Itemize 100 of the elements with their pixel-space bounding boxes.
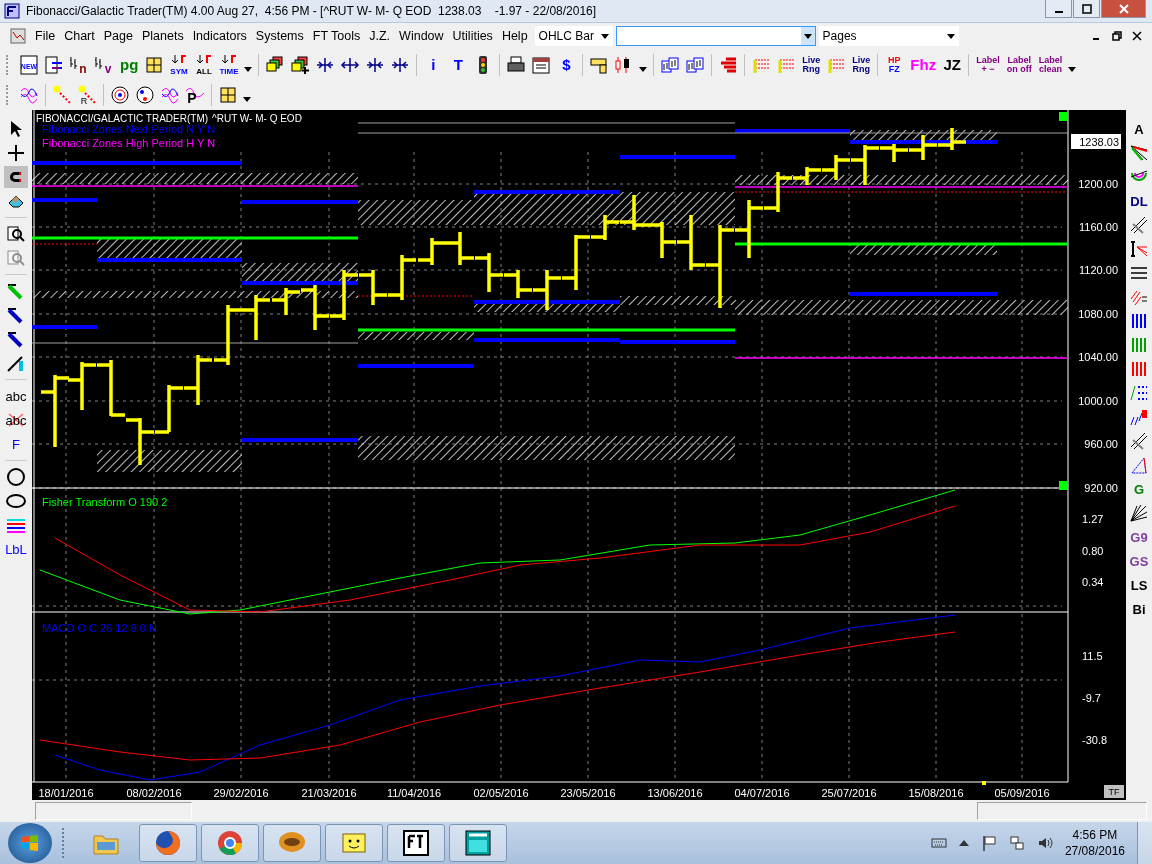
clock-date[interactable]: 27/08/2016 bbox=[1064, 843, 1125, 859]
network-icon[interactable] bbox=[1008, 835, 1025, 851]
price-axis-label: 960.00 bbox=[1084, 438, 1118, 450]
toolbar-button[interactable]: LS bbox=[1127, 574, 1151, 596]
toolbar-button[interactable]: abc bbox=[4, 385, 28, 407]
macd-axis-label: -9.7 bbox=[1082, 692, 1101, 704]
restore-icon[interactable] bbox=[1112, 31, 1122, 41]
maximize-icon[interactable] bbox=[1081, 3, 1092, 14]
toolbar-button[interactable]: Label + − bbox=[974, 52, 1002, 77]
clock-time[interactable]: 4:56 PM bbox=[1072, 827, 1118, 843]
menu-item[interactable]: Page bbox=[99, 27, 137, 45]
indicator-legend: Fisher Transform O 190 2 bbox=[42, 496, 168, 508]
date-axis-label: 23/05/2016 bbox=[560, 787, 616, 799]
circle-dots-icon[interactable] bbox=[134, 83, 156, 107]
date-axis-label: 18/01/2016 bbox=[38, 787, 94, 799]
toolbar-button[interactable]: Live Rng bbox=[800, 52, 823, 77]
dropdown-arrow-icon[interactable] bbox=[946, 33, 955, 39]
date-axis-label: 25/07/2016 bbox=[821, 787, 877, 799]
chart-title: FIBONACCI/GALACTIC TRADER(TM) bbox=[36, 113, 209, 124]
toolbar-button[interactable]: Label on off bbox=[1004, 52, 1034, 77]
print-window-icon[interactable] bbox=[449, 824, 507, 862]
macd-axis-label: -30.8 bbox=[1082, 734, 1108, 746]
firefox-icon[interactable] bbox=[139, 824, 197, 862]
menu-item[interactable]: Indicators bbox=[188, 27, 251, 45]
fisher-axis-label: 0.80 bbox=[1082, 545, 1104, 557]
toolbar-button[interactable]: G9 bbox=[1127, 526, 1151, 548]
price-axis-label: 1000.00 bbox=[1078, 395, 1118, 407]
toolbar-button[interactable]: JZ bbox=[941, 52, 964, 77]
toolbar-button[interactable]: Label clean bbox=[1036, 52, 1065, 77]
show-hidden-icons-icon[interactable] bbox=[958, 840, 969, 846]
price-axis-label: 1200.00 bbox=[1078, 178, 1118, 190]
panel-handle[interactable] bbox=[1059, 481, 1068, 490]
current-price-label: 1238.03 bbox=[1071, 134, 1121, 149]
toolbar-button[interactable]: F bbox=[4, 433, 28, 455]
tf-button[interactable]: TF bbox=[1104, 785, 1124, 798]
menu-item[interactable]: Systems bbox=[251, 27, 308, 45]
toolbar-button[interactable]: Live Rng bbox=[850, 52, 873, 77]
toolbar-button[interactable]: LbL bbox=[4, 538, 28, 560]
price-axis-label: 1160.00 bbox=[1079, 221, 1118, 233]
price-axis-label: 1040.00 bbox=[1078, 351, 1118, 363]
toolbar-button[interactable]: T bbox=[447, 52, 470, 77]
menu-item[interactable]: FT Tools bbox=[308, 27, 365, 45]
date-axis-label: 21/03/2016 bbox=[301, 787, 357, 799]
keyboard-icon[interactable] bbox=[930, 837, 947, 849]
windows-logo-icon[interactable] bbox=[20, 833, 40, 853]
combo-field[interactable] bbox=[615, 26, 816, 46]
menu-item[interactable]: Help bbox=[497, 27, 532, 45]
dropdown-arrow-icon[interactable] bbox=[803, 33, 812, 39]
toolbar-button[interactable]: G bbox=[1127, 478, 1151, 500]
indicator-legend: Fibonacci Zones High Period H Y N bbox=[42, 137, 216, 149]
time-marker bbox=[982, 781, 986, 785]
macd-axis-label: 11.5 bbox=[1082, 650, 1103, 662]
indicator-legend: MACD O C 26 12 9 0 N bbox=[42, 622, 157, 634]
menu-item[interactable]: File bbox=[31, 27, 60, 45]
dropdown-arrow-icon[interactable] bbox=[600, 33, 609, 39]
date-axis-label: 13/06/2016 bbox=[647, 787, 703, 799]
menu-item[interactable]: J.Z. bbox=[365, 27, 395, 45]
dropdown[interactable]: Pages bbox=[818, 26, 959, 46]
chrome-icon[interactable] bbox=[201, 824, 259, 862]
symbol-label: ^RUT W- M- Q EOD bbox=[212, 113, 302, 124]
toolbar-button[interactable]: HP FZ bbox=[883, 52, 906, 77]
dropdown[interactable]: OHLC Bar bbox=[534, 26, 613, 46]
toolbar-button[interactable]: $ bbox=[555, 52, 578, 77]
date-axis-label: 05/09/2016 bbox=[994, 787, 1050, 799]
maximize-button[interactable] bbox=[1073, 0, 1100, 18]
menu-item[interactable]: Chart bbox=[60, 27, 99, 45]
close-icon[interactable] bbox=[1132, 31, 1142, 41]
price-axis-label: 1080.00 bbox=[1078, 308, 1118, 320]
target-icon[interactable] bbox=[109, 83, 131, 107]
toolbar-button[interactable]: pg bbox=[118, 52, 141, 77]
toolbar-button[interactable]: DL bbox=[1127, 190, 1151, 212]
date-axis-label: 15/08/2016 bbox=[908, 787, 964, 799]
chat-bubble-icon[interactable] bbox=[263, 824, 321, 862]
ft4-icon[interactable] bbox=[387, 824, 445, 862]
magnet-icon[interactable] bbox=[4, 166, 28, 188]
date-axis-label: 29/02/2016 bbox=[213, 787, 269, 799]
speaker-icon[interactable] bbox=[1036, 835, 1053, 851]
toolbar-button[interactable]: A bbox=[1127, 118, 1151, 140]
date-axis-label: 11/04/2016 bbox=[386, 787, 442, 799]
toolbar-button[interactable]: i bbox=[422, 52, 445, 77]
circle-icon[interactable] bbox=[4, 466, 28, 488]
flag-icon[interactable] bbox=[980, 835, 997, 851]
price-axis-label: 1120.00 bbox=[1079, 264, 1118, 276]
start-button[interactable] bbox=[8, 823, 52, 863]
menu-item[interactable]: Window bbox=[395, 27, 448, 45]
app-icon bbox=[4, 3, 20, 19]
toolbar-button[interactable]: GS bbox=[1127, 550, 1151, 572]
close-button[interactable] bbox=[1101, 0, 1146, 18]
date-axis-label: 04/07/2016 bbox=[734, 787, 790, 799]
minimize-button[interactable] bbox=[1045, 0, 1072, 18]
fisher-axis-label: 0.34 bbox=[1082, 576, 1104, 588]
chart-document-icon[interactable] bbox=[10, 28, 26, 44]
menu-item[interactable]: Utilities bbox=[448, 27, 497, 45]
toolbar-button[interactable]: Bi bbox=[1127, 598, 1151, 620]
fisher-axis-label: 1.27 bbox=[1082, 513, 1104, 525]
menu-item[interactable]: Planets bbox=[137, 27, 188, 45]
indicator-legend: Fibonacci Zones Next Period N Y N bbox=[42, 123, 216, 135]
date-axis-label: 08/02/2016 bbox=[126, 787, 182, 799]
window-title: Fibonacci/Galactic Trader(TM) 4.00 Aug 27, 4:56 PM - [^RUT W- M- Q EOD 1238.03 -1.97 - 22/08/2016] bbox=[26, 4, 598, 18]
price-axis-label: 920.00 bbox=[1084, 482, 1118, 494]
